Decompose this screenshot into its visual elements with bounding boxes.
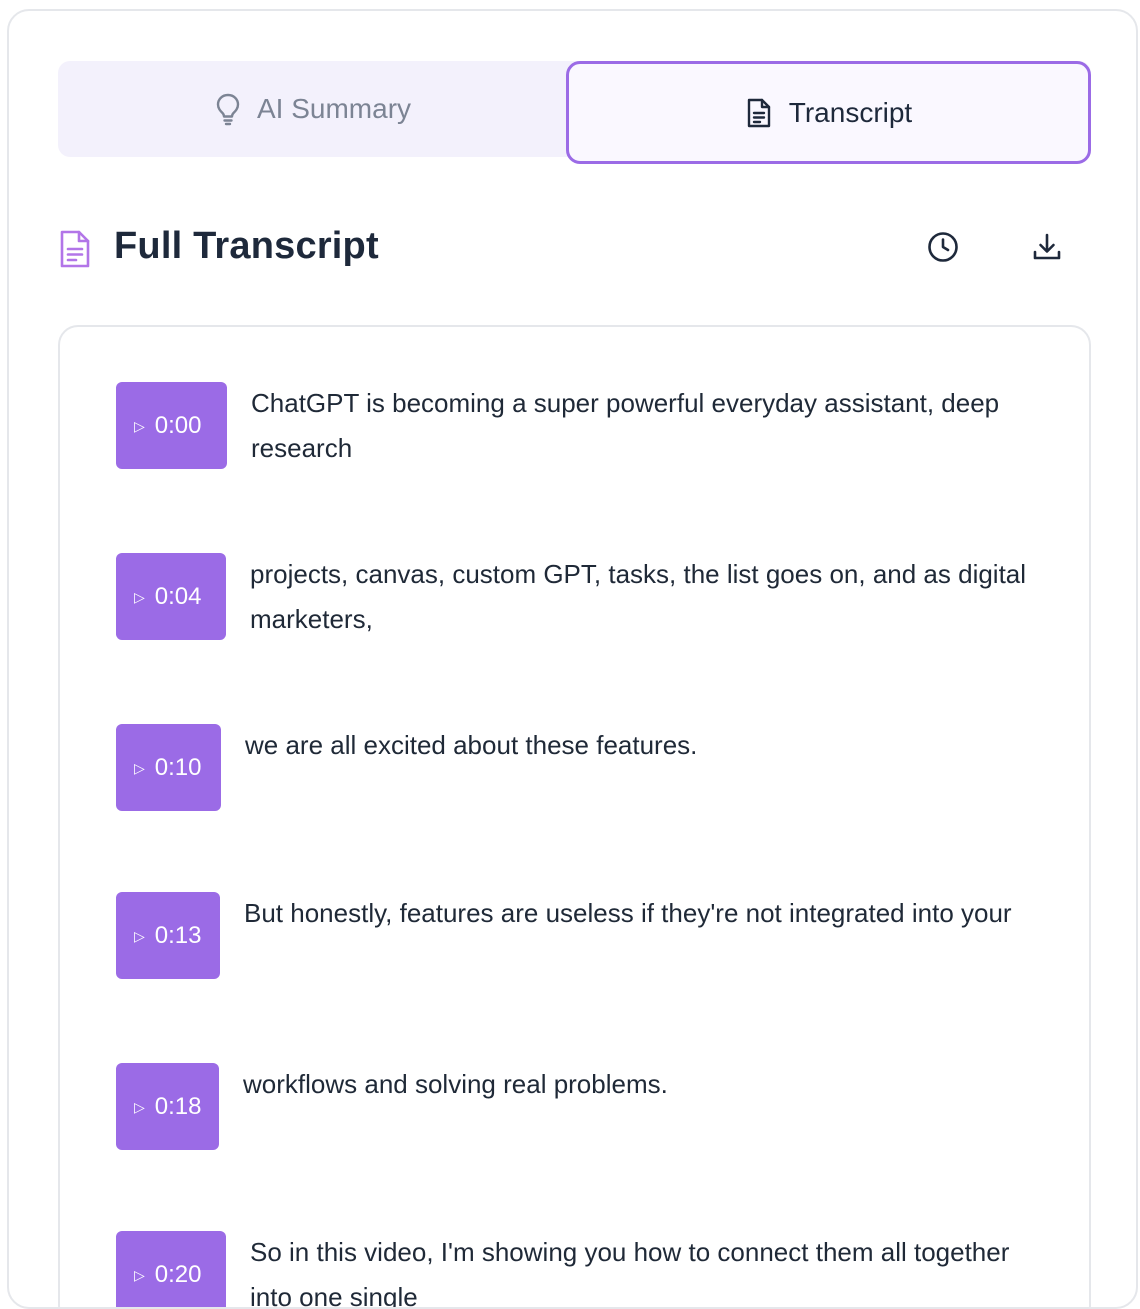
- timestamp-label: 0:18: [154, 1092, 202, 1120]
- timestamp-label: 0:13: [154, 921, 202, 949]
- timestamp-label: 0:20: [154, 1260, 202, 1288]
- tab-ai-summary-label: AI Summary: [256, 93, 412, 124]
- timestamp-button[interactable]: ▷ 0:04: [116, 553, 226, 640]
- play-icon: ▷: [134, 927, 145, 944]
- transcript-text: projects, canvas, custom GPT, tasks, the…: [250, 559, 1027, 634]
- play-icon: ▷: [134, 417, 145, 434]
- transcript-text: But honestly, features are useless if th…: [244, 898, 1012, 928]
- transcript-header: Full Transcript: [58, 217, 1091, 277]
- play-icon: ▷: [134, 1098, 145, 1115]
- timestamp-label: 0:04: [154, 582, 202, 610]
- document-icon: [745, 97, 773, 129]
- transcript-entry: ▷ 0:10 we are all excited about these fe…: [116, 724, 1035, 811]
- lightbulb-icon: [215, 92, 241, 126]
- download-icon: [1031, 231, 1063, 268]
- transcript-entry: ▷ 0:13 But honestly, features are useles…: [116, 892, 1034, 979]
- transcript-list: ▷ 0:00 ChatGPT is becoming a super power…: [58, 325, 1091, 1309]
- timestamp-button[interactable]: ▷ 0:18: [116, 1063, 219, 1150]
- transcript-entry: ▷ 0:18 workflows and solving real proble…: [116, 1063, 1033, 1150]
- timestamp-button[interactable]: ▷ 0:20: [116, 1231, 226, 1307]
- transcript-entry: ▷ 0:20 So in this video, I'm showing you…: [116, 1231, 1040, 1309]
- timestamp-button[interactable]: ▷ 0:13: [116, 892, 220, 979]
- transcript-panel: AI Summary Transcript Full Transcript ▷ …: [7, 9, 1138, 1309]
- play-icon: ▷: [134, 588, 145, 605]
- tab-transcript-label: Transcript: [788, 96, 913, 128]
- tab-transcript[interactable]: Transcript: [566, 61, 1091, 164]
- play-icon: ▷: [134, 759, 145, 776]
- timestamp-label: 0:10: [154, 753, 202, 781]
- tab-bar: AI Summary Transcript: [58, 61, 1091, 164]
- transcript-text: So in this video, I'm showing you how to…: [250, 1237, 1010, 1309]
- clock-icon: [926, 230, 960, 269]
- tab-ai-summary[interactable]: AI Summary: [58, 61, 568, 157]
- transcript-text: workflows and solving real problems.: [243, 1069, 668, 1099]
- transcript-entry: ▷ 0:04 projects, canvas, custom GPT, tas…: [116, 553, 1040, 642]
- play-icon: ▷: [134, 1266, 145, 1283]
- download-button[interactable]: [1023, 225, 1071, 273]
- timestamp-label: 0:00: [154, 411, 202, 439]
- timestamp-button[interactable]: ▷ 0:00: [116, 382, 227, 469]
- transcript-entry: ▷ 0:00 ChatGPT is becoming a super power…: [116, 382, 1041, 471]
- history-button[interactable]: [919, 225, 967, 273]
- timestamp-button[interactable]: ▷ 0:10: [116, 724, 221, 811]
- page-title: Full Transcript: [114, 225, 379, 267]
- transcript-text: we are all excited about these features.: [245, 730, 698, 760]
- document-icon: [58, 229, 92, 274]
- transcript-text: ChatGPT is becoming a super powerful eve…: [251, 388, 1000, 463]
